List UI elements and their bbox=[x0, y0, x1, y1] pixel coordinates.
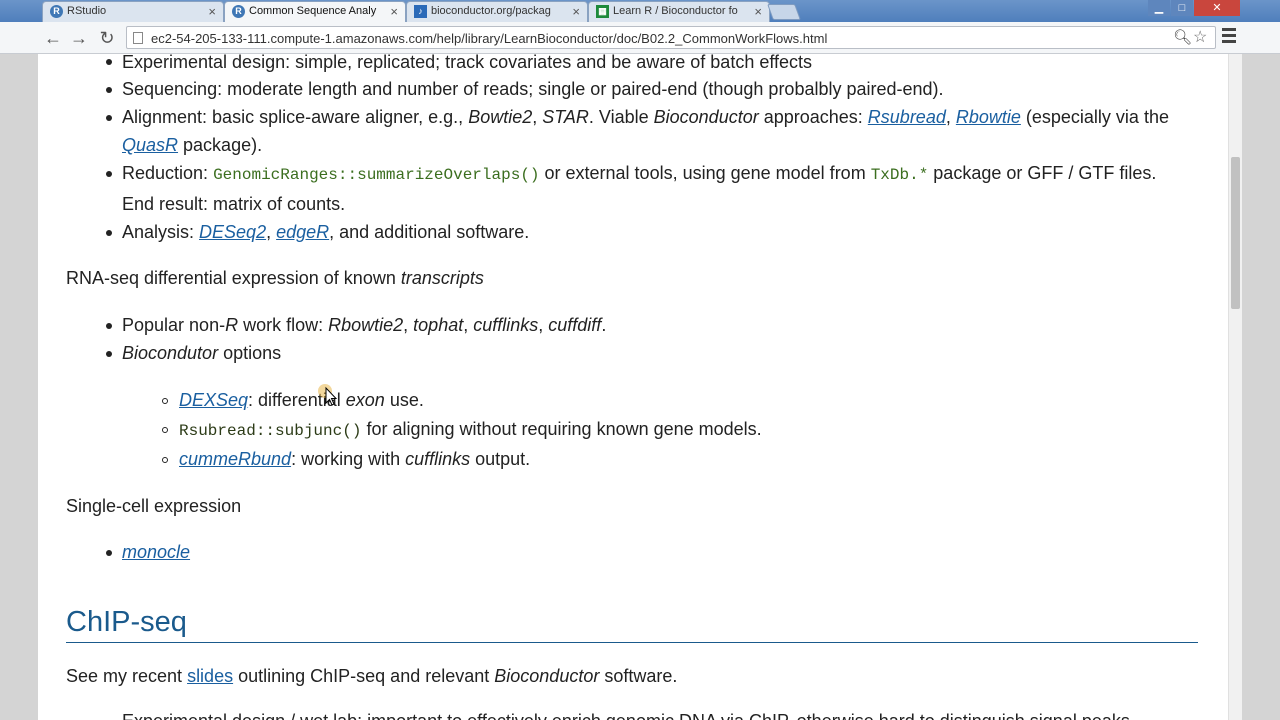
list-bullet bbox=[106, 550, 112, 556]
tab-learn-r[interactable]: ▦ Learn R / Bioconductor fo × bbox=[588, 1, 770, 22]
list-item: Analysis: DESeq2, edgeR, and additional … bbox=[122, 222, 530, 242]
list-item: monocle bbox=[122, 541, 190, 563]
spreadsheet-icon: ▦ bbox=[596, 5, 609, 18]
tab-title: Common Sequence Analy bbox=[249, 5, 377, 17]
link-dexseq[interactable]: DEXSeq bbox=[179, 390, 248, 410]
list-bullet bbox=[106, 323, 112, 329]
tab-rstudio[interactable]: R RStudio × bbox=[42, 1, 224, 22]
close-icon[interactable]: × bbox=[754, 4, 762, 19]
tab-title: Learn R / Bioconductor fo bbox=[613, 5, 738, 17]
list-bullet-circle bbox=[162, 457, 168, 463]
list-item-continuation: End result: matrix of counts. bbox=[122, 194, 346, 214]
section-paragraph: RNA-seq differential expression of known… bbox=[66, 268, 484, 288]
list-bullet bbox=[106, 351, 112, 357]
link-monocle[interactable]: monocle bbox=[122, 542, 190, 562]
menu-icon[interactable] bbox=[1222, 28, 1236, 46]
list-bullet bbox=[106, 87, 112, 93]
bookmark-star-icon[interactable]: ☆ bbox=[1193, 27, 1207, 47]
page-margin bbox=[1242, 54, 1280, 720]
link-deseq2[interactable]: DESeq2 bbox=[199, 222, 266, 242]
link-rsubread[interactable]: Rsubread bbox=[868, 107, 946, 127]
list-item: DEXSeq: differential exon use. bbox=[179, 390, 424, 410]
tab-common-sequence[interactable]: R Common Sequence Analy × bbox=[224, 1, 406, 22]
back-arrow-icon[interactable]: ← bbox=[42, 27, 64, 49]
scrollbar[interactable] bbox=[1228, 54, 1242, 720]
link-slides[interactable]: slides bbox=[187, 666, 233, 686]
list-item: Reduction: GenomicRanges::summarizeOverl… bbox=[122, 163, 1157, 184]
list-item: Alignment: basic splice-aware aligner, e… bbox=[122, 107, 1169, 127]
list-item: Biocondutor options bbox=[122, 343, 282, 363]
address-bar[interactable]: ec2-54-205-133-111.compute-1.amazonaws.c… bbox=[126, 26, 1216, 49]
tab-bioconductor[interactable]: ♪ bioconductor.org/packag × bbox=[406, 1, 588, 22]
list-item: Experimental design: simple, replicated;… bbox=[122, 54, 813, 72]
list-bullet-circle bbox=[162, 398, 168, 404]
close-icon[interactable]: × bbox=[208, 4, 216, 19]
browser-toolbar: ← → ↻ ec2-54-205-133-111.compute-1.amazo… bbox=[0, 22, 1280, 54]
r-logo-icon: R bbox=[232, 5, 245, 18]
link-edger[interactable]: edgeR bbox=[276, 222, 329, 242]
tab-title: bioconductor.org/packag bbox=[431, 5, 551, 17]
list-bullet bbox=[106, 115, 112, 121]
list-item: cummeRbund: working with cufflinks outpu… bbox=[179, 449, 531, 469]
link-rbowtie[interactable]: Rbowtie bbox=[956, 107, 1021, 127]
list-item-partial: Experimental design / wet lab: important… bbox=[122, 710, 1130, 720]
close-icon[interactable]: × bbox=[572, 4, 580, 19]
list-bullet bbox=[106, 230, 112, 236]
tab-strip: R RStudio × R Common Sequence Analy × ♪ … bbox=[0, 0, 1280, 22]
list-item: Popular non-R work flow: Rbowtie2, topha… bbox=[122, 315, 607, 335]
page-margin bbox=[0, 54, 38, 720]
new-tab-button[interactable] bbox=[767, 4, 801, 20]
list-bullet bbox=[106, 59, 112, 65]
tab-title: RStudio bbox=[67, 5, 107, 17]
zoom-icon[interactable]: 🔍︎ bbox=[1173, 28, 1192, 46]
link-cummerbund[interactable]: cummeRbund bbox=[179, 449, 291, 469]
heading-underline bbox=[66, 642, 1198, 643]
forward-arrow-icon[interactable]: → bbox=[68, 27, 90, 49]
r-logo-icon: R bbox=[50, 5, 63, 18]
page-icon bbox=[133, 32, 143, 44]
scrollbar-thumb[interactable] bbox=[1231, 157, 1240, 309]
reload-icon[interactable]: ↻ bbox=[96, 27, 118, 49]
music-note-icon: ♪ bbox=[414, 5, 427, 18]
minimize-button[interactable]: ▁ bbox=[1148, 0, 1170, 16]
section-paragraph: See my recent slides outlining ChIP-seq … bbox=[66, 666, 678, 686]
maximize-button[interactable]: □ bbox=[1171, 0, 1193, 16]
list-bullet-circle bbox=[162, 427, 168, 433]
close-icon[interactable]: × bbox=[390, 4, 398, 19]
document-content: Experimental design: simple, replicated;… bbox=[38, 54, 1228, 720]
window-close-button[interactable]: ✕ bbox=[1194, 0, 1240, 16]
mouse-cursor-icon bbox=[318, 384, 338, 406]
section-paragraph: Single-cell expression bbox=[66, 496, 242, 516]
list-bullet bbox=[106, 171, 112, 177]
url-text[interactable]: ec2-54-205-133-111.compute-1.amazonaws.c… bbox=[151, 31, 827, 46]
section-heading-chipseq: ChIP-seq bbox=[66, 606, 187, 638]
link-quasr[interactable]: QuasR bbox=[122, 135, 178, 155]
list-item-continuation: QuasR package). bbox=[122, 135, 263, 155]
list-item: Sequencing: moderate length and number o… bbox=[122, 79, 944, 99]
list-item: Rsubread::subjunc() for aligning without… bbox=[179, 419, 762, 440]
